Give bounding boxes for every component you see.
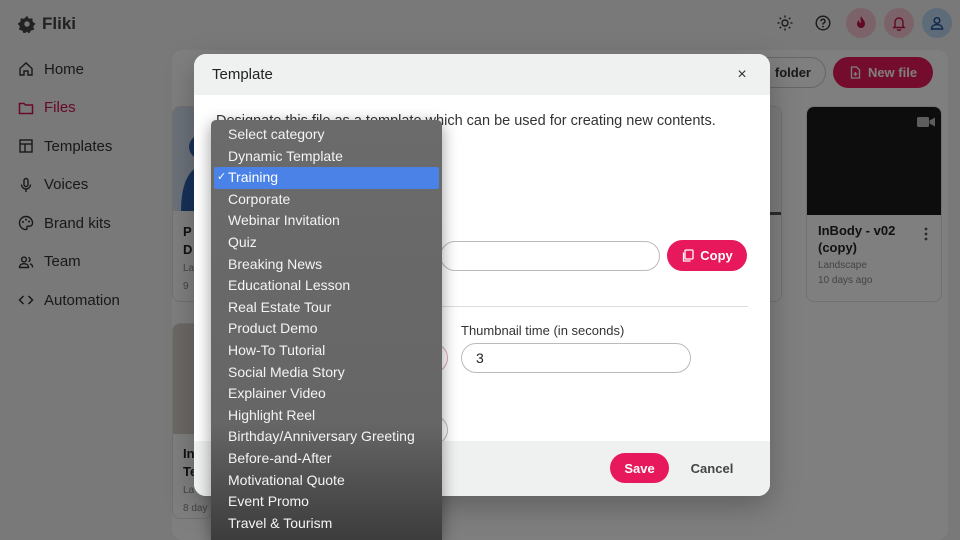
dropdown-option-label: Highlight Reel xyxy=(228,406,316,423)
dropdown-option[interactable]: Highlight Reel xyxy=(214,405,439,427)
dropdown-option-label: Corporate xyxy=(228,190,291,207)
category-dropdown-list[interactable]: Select category Dynamic Template ✓ Traini… xyxy=(211,120,442,540)
dropdown-option[interactable]: Corporate xyxy=(214,189,439,211)
close-icon[interactable]: × xyxy=(732,66,752,84)
dropdown-option-label: Select category xyxy=(228,126,325,142)
dialog-header: Template × xyxy=(194,54,770,95)
dropdown-option-label: Dynamic Template xyxy=(228,147,343,164)
dropdown-option-label: Quiz xyxy=(228,233,257,250)
save-label: Save xyxy=(624,460,655,476)
copy-link-button[interactable]: Copy xyxy=(667,240,747,271)
dropdown-option-label: How-To Tutorial xyxy=(228,341,326,358)
section-divider xyxy=(440,306,748,307)
dropdown-option[interactable]: Motivational Quote xyxy=(214,470,439,492)
dropdown-option[interactable]: Breaking News xyxy=(214,254,439,276)
dialog-title: Template xyxy=(212,66,273,83)
copy-icon xyxy=(683,249,694,262)
save-button[interactable]: Save xyxy=(610,453,669,483)
copy-label: Copy xyxy=(700,248,733,263)
dropdown-option-selected[interactable]: ✓ Training xyxy=(214,167,439,189)
thumbnail-time-label: Thumbnail time (in seconds) xyxy=(461,323,625,338)
dropdown-option-label: Training xyxy=(228,169,279,186)
dropdown-option-label: Explainer Video xyxy=(228,385,326,402)
cancel-button[interactable]: Cancel xyxy=(684,453,740,483)
dropdown-option-label: Real Estate Tour xyxy=(228,298,332,315)
dropdown-option-label: Product Demo xyxy=(228,320,318,337)
dropdown-option-label: Social Media Story xyxy=(228,363,345,380)
dropdown-option[interactable]: Birthday/Anniversary Greeting xyxy=(214,426,439,448)
dropdown-option-label: Motivational Quote xyxy=(228,471,345,488)
dropdown-option[interactable]: Product Demo xyxy=(214,318,439,340)
dropdown-option[interactable]: Real Estate Tour xyxy=(214,297,439,319)
dropdown-option[interactable]: Event Promo xyxy=(214,491,439,513)
dropdown-option-label: Birthday/Anniversary Greeting xyxy=(228,428,415,445)
dropdown-option-label: Before-and-After xyxy=(228,449,332,466)
cancel-label: Cancel xyxy=(690,460,734,476)
dropdown-option-label: Educational Lesson xyxy=(228,277,351,294)
dropdown-option[interactable]: Before-and-After xyxy=(214,448,439,470)
dropdown-option[interactable]: Explainer Video xyxy=(214,383,439,405)
dropdown-option[interactable]: Dynamic Template xyxy=(214,146,439,168)
dropdown-option[interactable]: Quiz xyxy=(214,232,439,254)
template-link-field[interactable] xyxy=(440,241,660,271)
dropdown-option[interactable]: Select category xyxy=(214,124,439,146)
dropdown-option-label: Event Promo xyxy=(228,493,309,510)
thumbnail-time-input[interactable]: 3 xyxy=(461,343,691,373)
dropdown-option[interactable]: Social Media Story xyxy=(214,362,439,384)
dropdown-option[interactable]: Travel & Tourism xyxy=(214,513,439,535)
dropdown-option-label: Travel & Tourism xyxy=(228,514,333,531)
dropdown-option[interactable]: How-To Tutorial xyxy=(214,340,439,362)
dropdown-option-label: Webinar Invitation xyxy=(228,212,340,229)
checkmark-icon: ✓ xyxy=(217,171,227,184)
dropdown-option[interactable]: Webinar Invitation xyxy=(214,210,439,232)
dropdown-option-label: Breaking News xyxy=(228,255,323,272)
dropdown-option[interactable]: Educational Lesson xyxy=(214,275,439,297)
